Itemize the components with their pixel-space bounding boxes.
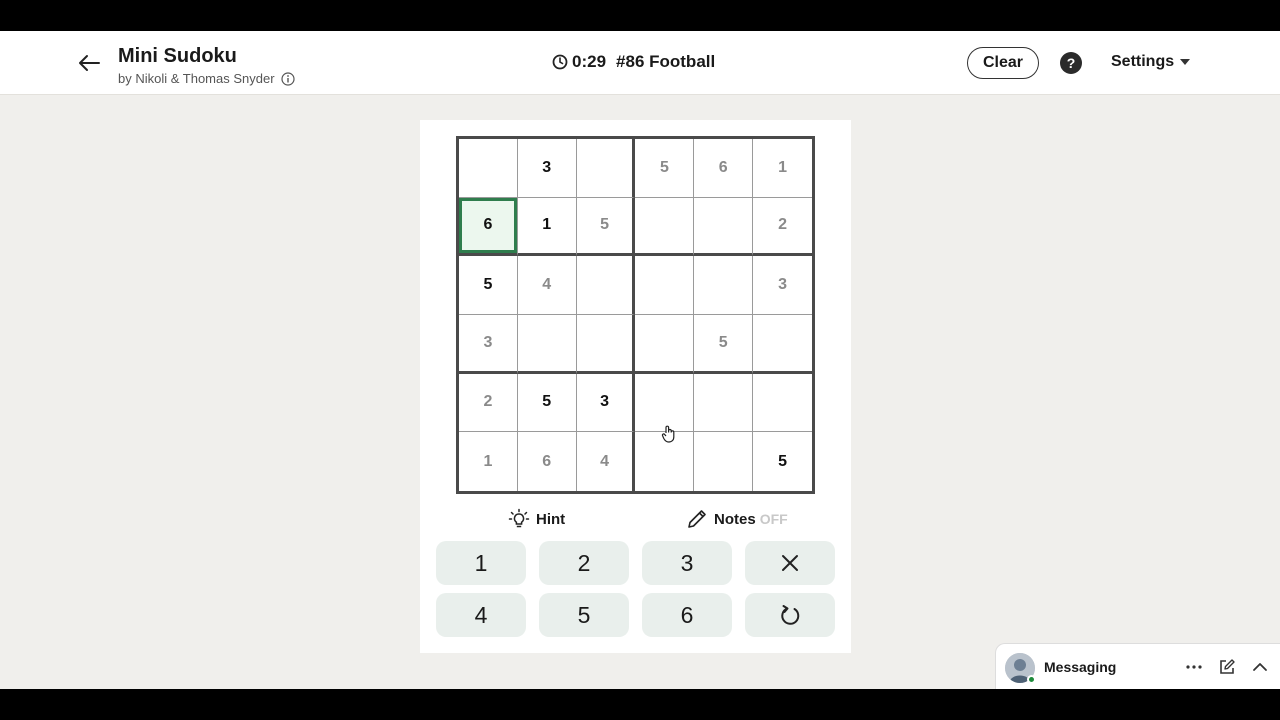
timer: 0:29 (572, 52, 607, 71)
key-label: 6 (680, 601, 694, 628)
arrow-left-icon (79, 55, 100, 71)
puzzle-name: #86 Football (616, 52, 716, 71)
lightbulb-icon (508, 508, 530, 528)
sudoku-cell[interactable] (753, 315, 812, 374)
key-3[interactable]: 3 (642, 541, 732, 585)
settings-dropdown[interactable]: Settings (1111, 53, 1191, 71)
messaging-bar[interactable]: Messaging (995, 643, 1280, 689)
help-button[interactable]: ? (1060, 52, 1082, 74)
sudoku-cell[interactable]: 3 (753, 256, 812, 315)
more-horizontal-icon (1186, 665, 1202, 669)
notes-label: Notes (714, 510, 756, 528)
sudoku-cell[interactable] (635, 432, 695, 491)
sudoku-cell[interactable] (694, 197, 754, 257)
sudoku-cell[interactable] (576, 315, 636, 374)
sudoku-cell[interactable] (753, 374, 812, 433)
erase-button[interactable] (745, 541, 835, 585)
sudoku-cell[interactable] (576, 256, 636, 315)
key-label: 1 (474, 549, 488, 576)
sudoku-grid: 35616152543352531645 (456, 136, 815, 494)
sudoku-cell[interactable] (694, 373, 754, 433)
clock-icon (552, 54, 568, 70)
key-1[interactable]: 1 (436, 541, 526, 585)
sudoku-cell[interactable] (694, 432, 754, 491)
sudoku-cell[interactable]: 3 (517, 139, 577, 198)
sudoku-cell[interactable]: 3 (576, 373, 636, 433)
chevron-up-icon (1253, 663, 1267, 671)
info-icon[interactable] (280, 71, 295, 86)
sudoku-cell[interactable] (635, 197, 695, 257)
key-label: 2 (577, 549, 591, 576)
undo-icon (781, 605, 800, 625)
sudoku-cell[interactable] (635, 315, 695, 374)
sudoku-cell[interactable]: 3 (459, 315, 518, 374)
sudoku-cell[interactable] (459, 139, 518, 198)
byline: by Nikoli & Thomas Snyder (118, 71, 295, 86)
online-status-dot (1027, 675, 1036, 684)
sudoku-cell[interactable]: 2 (459, 373, 518, 433)
sudoku-cell[interactable]: 5 (635, 139, 695, 198)
sudoku-cell[interactable]: 4 (577, 432, 636, 491)
game-page: Mini Sudoku by Nikoli & Thomas Snyder 0:… (0, 31, 1280, 689)
sudoku-cell[interactable] (576, 139, 636, 198)
sudoku-cell[interactable]: 6 (459, 197, 518, 257)
question-icon: ? (1066, 55, 1076, 71)
sudoku-cell[interactable] (635, 256, 695, 315)
settings-label: Settings (1111, 53, 1175, 70)
timer-and-puzzle: 0:29 #86 Football (552, 52, 715, 72)
key-6[interactable]: 6 (642, 593, 732, 637)
more-options-button[interactable] (1184, 658, 1204, 676)
game-panel: 35616152543352531645 Hint Notes OFF 1 2 … (420, 120, 851, 653)
key-label: 5 (577, 601, 591, 628)
sudoku-cell[interactable]: 5 (517, 373, 577, 433)
sudoku-cell[interactable]: 5 (753, 432, 812, 491)
sudoku-cell[interactable]: 1 (459, 432, 518, 491)
key-label: 4 (474, 601, 488, 628)
sudoku-cell[interactable] (517, 315, 577, 374)
key-label: 3 (680, 549, 694, 576)
sudoku-cell[interactable]: 5 (576, 197, 636, 257)
chevron-down-icon (1180, 59, 1191, 65)
sudoku-cell[interactable]: 5 (459, 256, 518, 315)
top-bar: Mini Sudoku by Nikoli & Thomas Snyder 0:… (0, 31, 1280, 95)
sudoku-cell[interactable] (635, 373, 695, 433)
sudoku-cell[interactable] (694, 256, 754, 315)
key-2[interactable]: 2 (539, 541, 629, 585)
undo-button[interactable] (745, 593, 835, 637)
collapse-button[interactable] (1252, 658, 1268, 676)
clear-button[interactable]: Clear (967, 47, 1039, 79)
messaging-label: Messaging (1044, 659, 1117, 675)
page-title: Mini Sudoku (118, 45, 237, 67)
close-icon (782, 555, 798, 571)
back-button[interactable] (74, 49, 104, 77)
hint-label: Hint (536, 510, 566, 528)
sudoku-cell[interactable]: 6 (518, 432, 577, 491)
hint-button[interactable]: Hint (508, 508, 565, 530)
byline-text: by Nikoli & Thomas Snyder (118, 71, 275, 86)
sudoku-cell[interactable]: 2 (753, 198, 812, 257)
number-keypad: 1 2 3 4 5 6 (436, 541, 835, 637)
compose-button[interactable] (1218, 658, 1236, 676)
sudoku-cell[interactable]: 1 (753, 139, 812, 198)
key-4[interactable]: 4 (436, 593, 526, 637)
key-5[interactable]: 5 (539, 593, 629, 637)
sudoku-cell[interactable]: 6 (694, 139, 754, 198)
sudoku-cell[interactable]: 5 (694, 315, 754, 374)
pencil-icon (688, 510, 706, 528)
compose-icon (1220, 659, 1235, 674)
notes-toggle[interactable]: Notes OFF (686, 508, 788, 530)
sudoku-cell[interactable]: 1 (517, 197, 577, 257)
notes-state: OFF (759, 511, 788, 527)
sudoku-cell[interactable]: 4 (517, 256, 577, 315)
tool-row: Hint Notes OFF (420, 508, 851, 538)
